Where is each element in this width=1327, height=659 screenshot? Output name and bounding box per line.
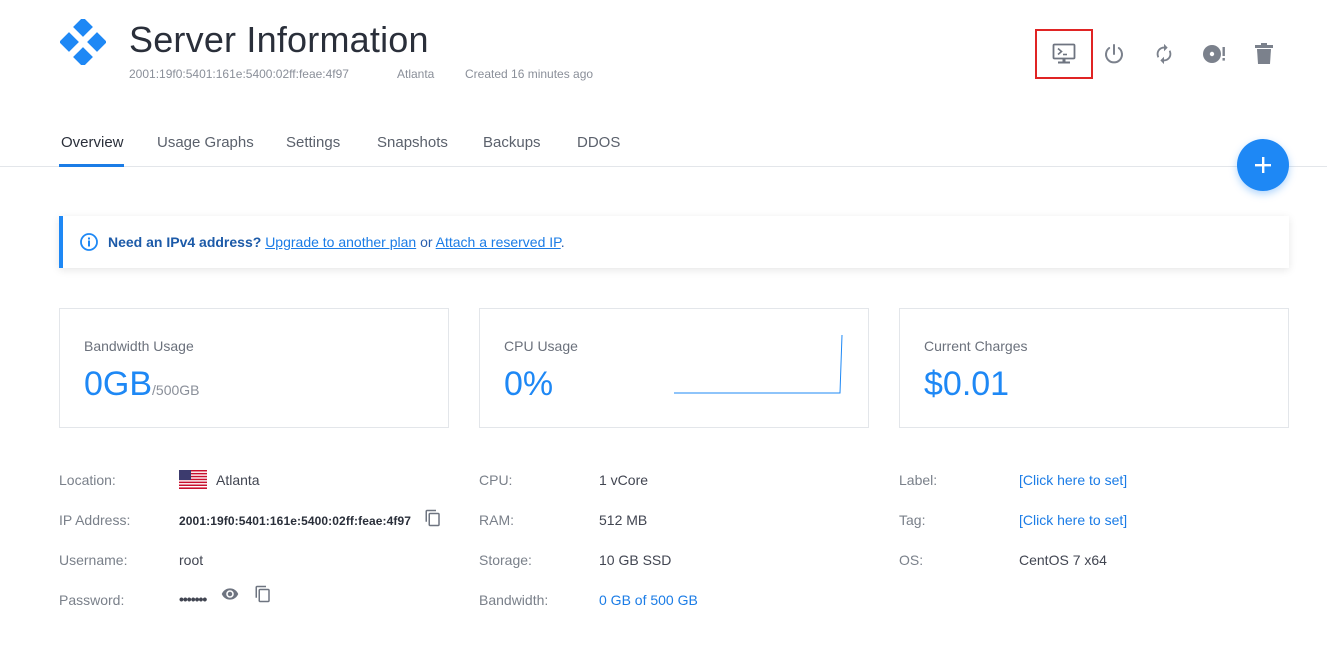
tab-snapshots[interactable]: Snapshots: [377, 134, 448, 152]
set-label-link[interactable]: [Click here to set]: [1019, 471, 1127, 489]
ip-address-label: IP Address:: [59, 512, 131, 528]
plus-icon: [1255, 157, 1271, 173]
label-label: Label:: [899, 472, 938, 488]
destroy-button[interactable]: [1235, 29, 1293, 79]
password-label: Password:: [59, 592, 125, 608]
location-value: Atlanta: [216, 472, 260, 488]
os-label: OS:: [899, 552, 924, 568]
copy-ip-icon[interactable]: [424, 509, 442, 527]
tag-label: Tag:: [899, 512, 926, 528]
server-location-subtitle: Atlanta: [397, 67, 435, 81]
tab-overview[interactable]: Overview: [61, 134, 124, 152]
notice-heading: Need an IPv4 address?: [108, 234, 262, 250]
add-button[interactable]: [1237, 139, 1289, 191]
current-charges-label: Current Charges: [924, 338, 1028, 354]
upgrade-plan-link[interactable]: Upgrade to another plan: [265, 234, 416, 250]
ram-label: RAM:: [479, 512, 514, 528]
current-charges-card: Current Charges $0.01: [899, 308, 1289, 428]
cpu-value: 1 vCore: [599, 472, 649, 488]
ipv4-notice-banner: Need an IPv4 address? Upgrade to another…: [59, 216, 1289, 268]
location-label: Location:: [59, 472, 116, 488]
us-flag-icon: [179, 470, 207, 489]
notice-text: Need an IPv4 address? Upgrade to another…: [108, 233, 565, 251]
copy-password-icon[interactable]: [254, 585, 272, 603]
ram-value: 512 MB: [599, 512, 648, 528]
tab-backups[interactable]: Backups: [483, 134, 541, 152]
cpu-usage-label: CPU Usage: [504, 338, 578, 354]
server-ip-subtitle: 2001:19f0:5401:161e:5400:02ff:feae:4f97: [129, 67, 349, 81]
tab-ddos[interactable]: DDOS: [577, 134, 620, 152]
notice-or-text: or: [416, 234, 436, 250]
storage-label: Storage:: [479, 552, 532, 568]
username-value: root: [179, 552, 204, 568]
cpu-usage-card: CPU Usage 0%: [479, 308, 869, 428]
username-label: Username:: [59, 552, 128, 568]
notice-period: .: [560, 234, 565, 250]
console-monitor-icon: [1052, 43, 1076, 64]
bandwidth-value-link[interactable]: 0 GB of 500 GB: [599, 591, 698, 609]
os-value: CentOS 7 x64: [1019, 552, 1107, 568]
cpu-usage-value: 0%: [504, 365, 554, 403]
vultr-logo-icon: [60, 19, 106, 65]
page-title: Server Information: [129, 19, 429, 60]
attach-reserved-ip-link[interactable]: Attach a reserved IP: [436, 234, 561, 250]
info-icon: [80, 233, 98, 251]
bandwidth-usage-label: Bandwidth Usage: [84, 338, 194, 354]
active-tab-indicator: [59, 164, 124, 167]
server-created-subtitle: Created 16 minutes ago: [465, 67, 594, 81]
bandwidth-used: 0GB: [84, 365, 153, 403]
disc-alert-icon: [1203, 45, 1225, 63]
bandwidth-limit: /500GB: [152, 382, 200, 398]
cpu-label: CPU:: [479, 472, 513, 488]
password-value: •••••••: [179, 591, 207, 607]
bandwidth-label: Bandwidth:: [479, 592, 549, 608]
storage-value: 10 GB SSD: [599, 552, 672, 568]
show-password-eye-icon[interactable]: [221, 585, 239, 603]
cpu-sparkline: [674, 334, 843, 394]
tab-settings[interactable]: Settings: [286, 134, 340, 152]
power-icon: [1105, 44, 1123, 64]
bandwidth-usage-value: 0GB/500GB: [84, 364, 200, 410]
set-tag-link[interactable]: [Click here to set]: [1019, 511, 1127, 529]
tab-bar: Overview Usage Graphs Settings Snapshots…: [0, 120, 1327, 167]
bandwidth-usage-card: Bandwidth Usage 0GB/500GB: [59, 308, 449, 428]
current-charges-value: $0.01: [924, 365, 1010, 403]
refresh-icon: [1156, 43, 1172, 65]
tab-usage-graphs[interactable]: Usage Graphs: [157, 134, 254, 152]
trash-icon: [1255, 43, 1273, 64]
ip-address-value: 2001:19f0:5401:161e:5400:02ff:feae:4f97: [179, 514, 412, 528]
